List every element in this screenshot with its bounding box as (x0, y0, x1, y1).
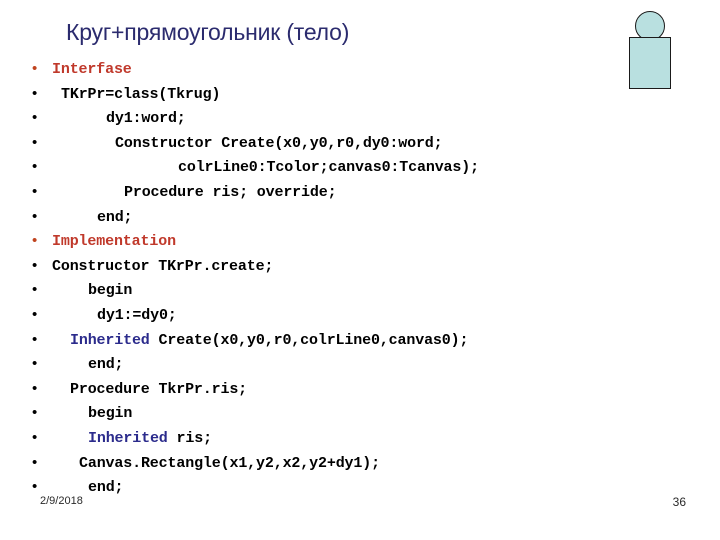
code-text: colrLine0:Tcolor;canvas0:Tcanvas); (178, 159, 479, 177)
code-keyword: Inherited (70, 331, 150, 349)
list-bullet-icon: • (32, 84, 38, 102)
code-line: • begin (32, 405, 704, 430)
code-text: begin (88, 282, 133, 300)
code-line: • colrLine0:Tcolor;canvas0:Tcanvas); (32, 159, 704, 184)
code-line: • Procedure TkrPr.ris; (32, 381, 704, 406)
code-line: • Canvas.Rectangle(x1,y2,x2,y2+dy1); (32, 455, 704, 480)
code-text: ris; (167, 429, 213, 447)
list-bullet-icon: • (32, 453, 38, 471)
list-bullet-icon: • (32, 404, 38, 422)
code-line: • dy1:word; (32, 110, 704, 135)
page-title: Круг+прямоугольник (тело) (66, 19, 350, 45)
code-text: Constructor TKrPr.create; (52, 257, 274, 275)
list-bullet-icon: • (32, 330, 38, 348)
slide-canvas: Круг+прямоугольник (тело) • Interfase • TKr… (0, 0, 720, 540)
code-text: dy1:word; (106, 110, 186, 128)
code-line: • dy1:=dy0; (32, 307, 704, 332)
list-bullet-icon: • (32, 281, 38, 299)
code-text: end; (97, 208, 133, 226)
code-line: • Inherited ris; (32, 430, 704, 455)
code-text: end; (88, 356, 124, 374)
footer-page-number: 36 (672, 495, 686, 509)
list-bullet-icon: • (32, 182, 38, 200)
list-bullet-icon: • (32, 355, 38, 373)
code-keyword: Inherited (88, 429, 168, 447)
list-bullet-icon: • (32, 158, 38, 176)
code-line: • Procedure ris; override; (32, 184, 704, 209)
code-text: TKrPr=class(Tkrug) (61, 85, 221, 103)
list-bullet-icon: • (32, 305, 38, 323)
code-text: Canvas.Rectangle(x1,y2,x2,y2+dy1); (79, 454, 380, 472)
code-line: • end; (32, 356, 704, 381)
code-line: • Interfase (32, 61, 704, 86)
code-line: • begin (32, 282, 704, 307)
list-bullet-icon: • (32, 478, 38, 496)
list-bullet-icon: • (32, 133, 38, 151)
list-bullet-icon: • (32, 379, 38, 397)
list-bullet-icon: • (32, 109, 38, 127)
code-text: Procedure ris; override; (124, 183, 337, 201)
code-line: • TKrPr=class(Tkrug) (32, 86, 704, 111)
code-text: Procedure TkrPr.ris; (70, 380, 248, 398)
code-line: • end; (32, 209, 704, 234)
code-text: dy1:=dy0; (97, 306, 177, 324)
code-text: begin (88, 405, 133, 423)
list-bullet-icon: • (32, 256, 38, 274)
code-line: • Constructor Create(x0,y0,r0,dy0:word; (32, 135, 704, 160)
list-bullet-icon: • (32, 60, 38, 77)
list-bullet-icon: • (32, 232, 38, 250)
list-bullet-icon: • (32, 207, 38, 225)
code-line: • Inherited Create(x0,y0,r0,colrLine0,can… (32, 332, 704, 357)
code-text: Create(x0,y0,r0,colrLine0,canvas0); (149, 331, 469, 349)
code-line: • Implementation (32, 233, 704, 258)
code-text: end; (88, 479, 124, 497)
code-line: • Constructor TKrPr.create; (32, 258, 704, 283)
code-section-keyword: Interfase (52, 61, 132, 78)
code-section-keyword: Implementation (52, 233, 176, 251)
list-bullet-icon: • (32, 428, 38, 446)
code-bullet-list: • Interfase • TKrPr=class(Tkrug) • dy1:word; •… (32, 61, 704, 504)
code-text: Constructor Create(x0,y0,r0,dy0:word; (115, 134, 443, 152)
